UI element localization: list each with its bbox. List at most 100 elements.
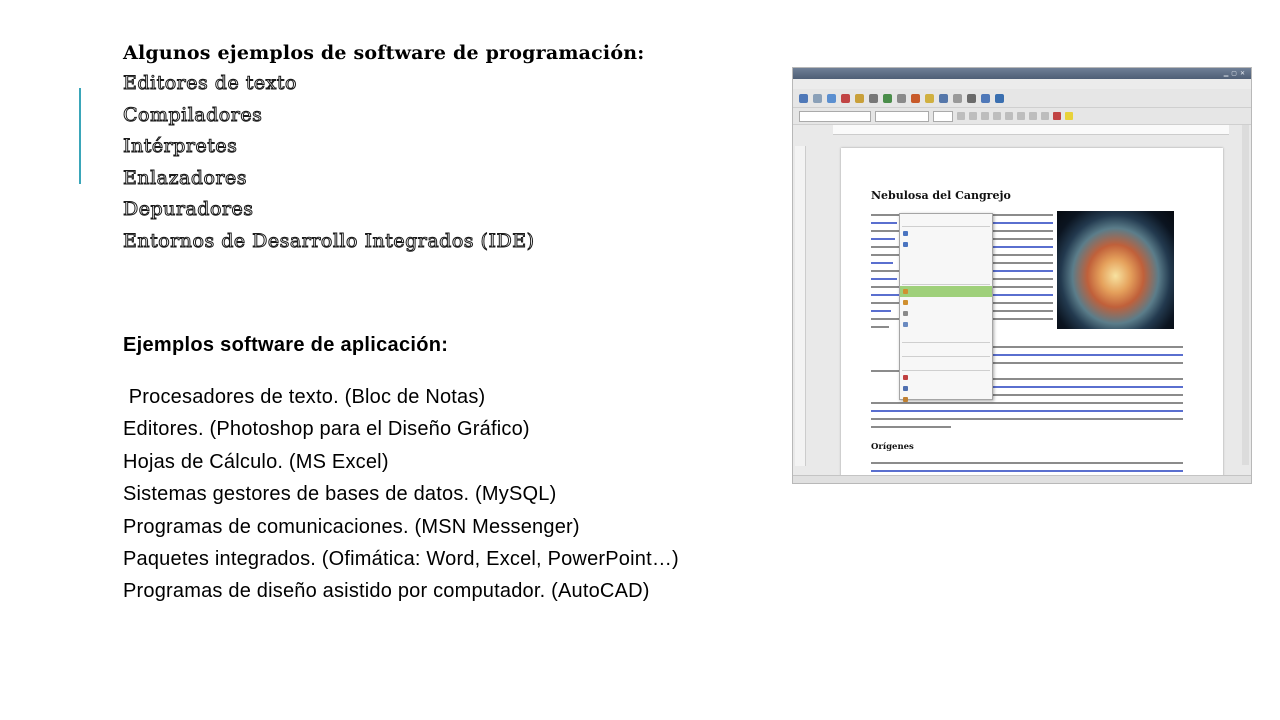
menu-separator xyxy=(902,284,990,285)
menu-item-icon xyxy=(903,322,908,327)
toolbar-icon xyxy=(939,93,948,103)
programming-title: Algunos ejemplos de software de programa… xyxy=(123,42,645,64)
scrollbar xyxy=(1242,125,1249,465)
text-line xyxy=(993,270,1053,272)
menu-separator xyxy=(902,226,990,227)
text-line xyxy=(993,346,1183,348)
menu-item-icon xyxy=(903,242,908,247)
window-controls-icon: ▁▢✕ xyxy=(1223,70,1248,77)
text-line xyxy=(993,386,1183,388)
doc-heading: Nebulosa del Cangrejo xyxy=(871,189,1011,202)
highlight-icon xyxy=(1065,112,1073,120)
underline-icon xyxy=(981,112,989,120)
text-line xyxy=(993,318,1053,320)
text-line xyxy=(993,362,1183,364)
text-line xyxy=(993,214,1053,216)
toolbar-icon xyxy=(925,93,934,103)
context-menu-item xyxy=(900,214,992,225)
align-icon xyxy=(1005,112,1013,120)
list-item: Compiladores xyxy=(122,103,263,126)
text-line xyxy=(993,294,1053,296)
list-item: Hojas de Cálculo. (MS Excel) xyxy=(123,450,389,473)
context-menu-item-highlighted xyxy=(900,286,992,297)
list-item: Paquetes integrados. (Ofimática: Word, E… xyxy=(123,548,679,571)
text-line xyxy=(871,462,1183,464)
font-color-icon xyxy=(1053,112,1061,120)
context-menu-item xyxy=(900,383,992,394)
list-item: Editores de texto xyxy=(122,72,297,95)
text-line xyxy=(993,230,1053,232)
menu-separator xyxy=(902,356,990,357)
toolbar-icon xyxy=(953,93,962,103)
text-line xyxy=(993,246,1053,248)
document-page: Nebulosa del Cangrejo Orígenes xyxy=(841,148,1223,478)
list-item: Depuradores xyxy=(122,198,254,221)
text-line xyxy=(871,278,897,280)
text-line xyxy=(993,222,1053,224)
horizontal-ruler xyxy=(833,125,1229,135)
list-item: Enlazadores xyxy=(122,166,248,189)
toolbar-icon xyxy=(897,93,906,103)
toolbar-icon xyxy=(883,93,892,103)
vertical-ruler xyxy=(795,146,806,466)
text-line xyxy=(871,230,899,232)
menu-item-icon xyxy=(903,231,908,236)
context-menu-item xyxy=(900,228,992,239)
italic-icon xyxy=(969,112,977,120)
programming-section: Algunos ejemplos de software de programa… xyxy=(122,38,645,258)
accent-bar xyxy=(79,88,81,184)
list-item: Programas de diseño asistido por computa… xyxy=(123,580,650,603)
context-menu xyxy=(899,213,993,402)
text-line xyxy=(871,286,899,288)
toolbar-icon xyxy=(813,93,822,103)
context-menu-item xyxy=(900,394,992,405)
menu-item-icon xyxy=(903,289,908,294)
context-menu-item xyxy=(900,297,992,308)
text-line xyxy=(993,262,1053,264)
doc-subheading: Orígenes xyxy=(871,442,914,452)
text-line xyxy=(993,278,1053,280)
bold-icon xyxy=(957,112,965,120)
toolbar-icon xyxy=(827,93,836,103)
screenshot-statusbar xyxy=(793,475,1251,483)
text-line xyxy=(871,214,899,216)
application-title: Ejemplos software de aplicación: xyxy=(123,334,449,356)
text-line xyxy=(871,270,899,272)
list-icon xyxy=(1041,112,1049,120)
programming-list: Editores de texto Compiladores Intérpret… xyxy=(122,68,644,258)
text-line xyxy=(871,222,897,224)
menu-item-icon xyxy=(903,386,908,391)
context-menu-item xyxy=(900,319,992,330)
menu-item-icon xyxy=(903,397,908,402)
text-line xyxy=(993,286,1053,288)
list-item: Editores. (Photoshop para el Diseño Gráf… xyxy=(123,418,530,441)
menu-separator xyxy=(902,342,990,343)
list-item: Entornos de Desarrollo Integrados (IDE) xyxy=(122,229,535,252)
align-icon xyxy=(1017,112,1025,120)
context-menu-item xyxy=(900,330,992,341)
toolbar-icon xyxy=(855,93,864,103)
text-line xyxy=(871,370,899,372)
text-line xyxy=(871,310,891,312)
screenshot-menubar xyxy=(793,79,1251,89)
toolbar-icon xyxy=(967,93,976,103)
list-item: Procesadores de texto. (Bloc de Notas) xyxy=(123,386,486,408)
text-line xyxy=(993,354,1183,356)
text-line xyxy=(871,470,1183,472)
text-line xyxy=(871,302,899,304)
font-select xyxy=(875,110,929,122)
toolbar-icon xyxy=(995,93,1004,103)
menu-item-icon xyxy=(903,375,908,380)
toolbar-icon xyxy=(911,93,920,103)
context-menu-item xyxy=(900,344,992,355)
text-line xyxy=(871,426,951,428)
text-line xyxy=(871,318,899,320)
list-icon xyxy=(1029,112,1037,120)
text-line xyxy=(871,326,889,328)
screenshot-titlebar: ▁▢✕ xyxy=(793,68,1251,79)
toolbar-icon xyxy=(841,93,850,103)
word-processor-screenshot: ▁▢✕ Nebulosa del Cangrejo Orígenes xyxy=(792,67,1252,484)
text-line xyxy=(871,262,893,264)
text-line xyxy=(871,294,899,296)
context-menu-item xyxy=(900,372,992,383)
